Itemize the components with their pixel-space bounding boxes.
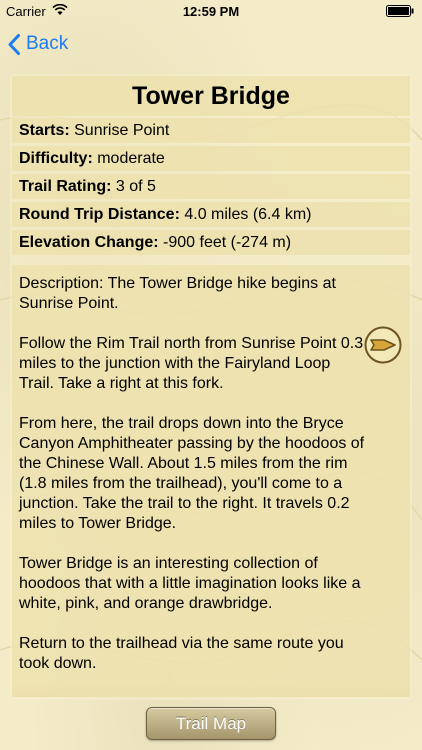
- detail-row-elevation: Elevation Change: -900 feet (-274 m): [12, 230, 410, 255]
- scroll-fade: [12, 683, 410, 697]
- description-paragraph: Description: The Tower Bridge hike begin…: [19, 275, 336, 312]
- detail-label: Trail Rating:: [19, 178, 112, 195]
- detail-value: -900 feet (-274 m): [158, 234, 292, 251]
- detail-value: Sunrise Point: [69, 122, 170, 139]
- description-paragraph: Tower Bridge is an interesting collectio…: [19, 555, 361, 612]
- back-label: Back: [26, 33, 69, 54]
- status-bar: Carrier 12:59 PM: [0, 0, 422, 22]
- detail-value: 4.0 miles (6.4 km): [179, 206, 312, 223]
- detail-row-rating: Trail Rating: 3 of 5: [12, 174, 410, 199]
- detail-label: Round Trip Distance:: [19, 206, 180, 223]
- description-paragraph: Return to the trailhead via the same rou…: [19, 635, 344, 672]
- navigation-bar: Back: [0, 22, 422, 66]
- chevron-left-icon: [8, 33, 20, 55]
- description-paragraph: Follow the Rim Trail north from Sunrise …: [19, 335, 364, 392]
- arrowhead-icon[interactable]: [364, 326, 402, 364]
- description-scroll-area[interactable]: Description: The Tower Bridge hike begin…: [12, 265, 410, 697]
- detail-value: 3 of 5: [111, 178, 156, 195]
- detail-row-difficulty: Difficulty: moderate: [12, 146, 410, 171]
- trail-map-button[interactable]: Trail Map: [146, 707, 276, 740]
- detail-label: Starts:: [19, 122, 70, 139]
- status-time: 12:59 PM: [182, 4, 240, 19]
- detail-row-starts: Starts: Sunrise Point: [12, 118, 410, 143]
- description-text: Description: The Tower Bridge hike begin…: [19, 274, 367, 694]
- detail-label: Difficulty:: [19, 150, 93, 167]
- detail-row-distance: Round Trip Distance: 4.0 miles (6.4 km): [12, 202, 410, 227]
- description-paragraph: From here, the trail drops down into the…: [19, 415, 365, 532]
- trail-title: Tower Bridge: [12, 76, 410, 116]
- back-button[interactable]: Back: [8, 29, 68, 59]
- battery-icon: [386, 5, 414, 20]
- detail-label: Elevation Change:: [19, 234, 159, 251]
- detail-value: moderate: [92, 150, 165, 167]
